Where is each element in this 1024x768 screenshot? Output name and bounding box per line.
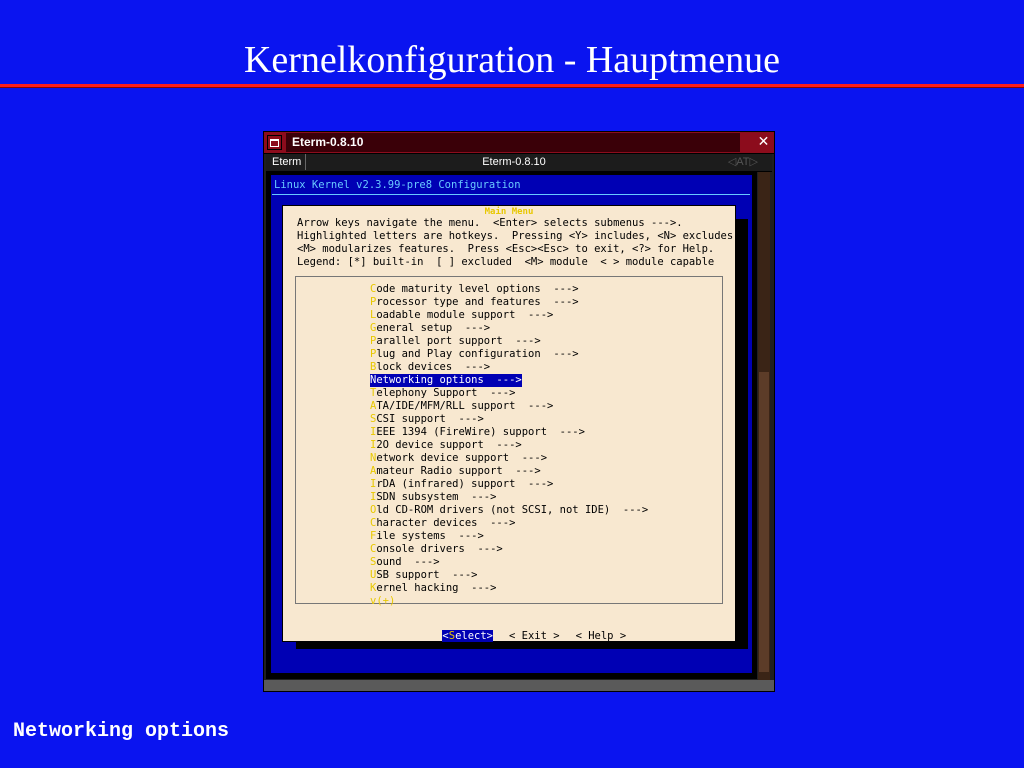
menu-item[interactable]: Network device support ---> <box>370 452 648 465</box>
menu-item-label: etwork device support ---> <box>376 452 548 464</box>
menu-item-label: SDN subsystem ---> <box>376 491 497 503</box>
dialog-buttons: <Select> < Exit > < Help > <box>283 618 735 654</box>
menu-item[interactable]: Old CD-ROM drivers (not SCSI, not IDE) -… <box>370 504 648 517</box>
menu-item[interactable]: Console drivers ---> <box>370 543 648 556</box>
menu-item-label: mateur Radio support ---> <box>376 465 541 477</box>
menu-item-label: TA/IDE/MFM/RLL support ---> <box>376 400 554 412</box>
menu-item-label: lug and Play configuration ---> <box>376 348 579 360</box>
main-menu-dialog: Main Menu Arrow keys navigate the menu. … <box>282 205 740 642</box>
menu-item-label: oadable module support ---> <box>376 309 554 321</box>
menu-item-label: ernel hacking ---> <box>376 582 497 594</box>
window-titlebar[interactable]: Eterm-0.8.10 ✕ <box>264 132 774 154</box>
menu-item[interactable]: General setup ---> <box>370 322 648 335</box>
menu-item-label: onsole drivers ---> <box>376 543 503 555</box>
scrollbar-thumb[interactable] <box>759 372 769 672</box>
menu-item[interactable]: Networking options ---> <box>370 374 648 387</box>
menu-item-label: lock devices ---> <box>376 361 491 373</box>
help-line: Arrow keys navigate the menu. <Enter> se… <box>297 217 683 229</box>
menu-item-label: 2O device support ---> <box>376 439 522 451</box>
menu-item[interactable]: Block devices ---> <box>370 361 648 374</box>
help-line: Legend: [*] built-in [ ] excluded <M> mo… <box>297 256 715 268</box>
menu-item[interactable]: I2O device support ---> <box>370 439 648 452</box>
menu-item-label: ode maturity level options ---> <box>376 283 579 295</box>
menu-item-label: EEE 1394 (FireWire) support ---> <box>376 426 585 438</box>
help-button[interactable]: < Help > <box>576 630 627 642</box>
menu-item[interactable]: File systems ---> <box>370 530 648 543</box>
window-menu-icon[interactable] <box>267 135 282 150</box>
menu-item[interactable]: IEEE 1394 (FireWire) support ---> <box>370 426 648 439</box>
window-bottom-strip <box>264 680 774 691</box>
menu-item-label: ound ---> <box>376 556 440 568</box>
menu-item[interactable]: Character devices ---> <box>370 517 648 530</box>
menu-item-label: ld CD-ROM drivers (not SCSI, not IDE) --… <box>376 504 649 516</box>
menu-item-label: rDA (infrared) support ---> <box>376 478 554 490</box>
menu-item[interactable]: USB support ---> <box>370 569 648 582</box>
menu-item[interactable]: Telephony Support ---> <box>370 387 648 400</box>
menu-item[interactable]: SCSI support ---> <box>370 413 648 426</box>
menu-item[interactable]: Loadable module support ---> <box>370 309 648 322</box>
window-title: Eterm-0.8.10 <box>286 133 740 152</box>
menu-item[interactable]: Sound ---> <box>370 556 648 569</box>
close-icon[interactable]: ✕ <box>756 135 771 150</box>
more-indicator: v(+) <box>370 595 396 607</box>
menu-item[interactable]: Processor type and features ---> <box>370 296 648 309</box>
menubar-right-indicator: ◁AT▷ <box>727 156 758 168</box>
kernel-config-header: Linux Kernel v2.3.99-pre8 Configuration <box>274 179 521 191</box>
menu-item-label: CSI support ---> <box>376 413 484 425</box>
menu-item-label: arallel port support ---> <box>376 335 541 347</box>
menu-item-label: ile systems ---> <box>376 530 484 542</box>
menu-item[interactable]: ATA/IDE/MFM/RLL support ---> <box>370 400 648 413</box>
menu-item-label: haracter devices ---> <box>376 517 516 529</box>
menu-item[interactable]: IrDA (infrared) support ---> <box>370 478 648 491</box>
exit-button[interactable]: < Exit > <box>509 630 560 642</box>
help-line: <M> modularizes features. Press <Esc><Es… <box>297 243 715 255</box>
terminal-area[interactable]: Linux Kernel v2.3.99-pre8 Configuration … <box>266 172 757 679</box>
header-rule <box>272 194 750 195</box>
slide-caption: Networking options <box>13 720 230 743</box>
menu-item-label: SB support ---> <box>376 569 478 581</box>
menu-box: Code maturity level options ---> Processo… <box>295 276 723 607</box>
select-close: > <box>486 630 493 642</box>
menu-list: Code maturity level options ---> Processo… <box>370 283 648 595</box>
terminal-scrollbar[interactable] <box>758 172 770 680</box>
help-text: Arrow keys navigate the menu. <Enter> se… <box>297 217 740 269</box>
menu-item-label: elephony Support ---> <box>376 387 516 399</box>
menu-item[interactable]: Plug and Play configuration ---> <box>370 348 648 361</box>
menu-item[interactable]: Kernel hacking ---> <box>370 582 648 595</box>
select-button[interactable]: <Select> <box>442 630 493 642</box>
slide-title: Kernelkonfiguration - Hauptmenue <box>243 39 781 81</box>
help-line: Highlighted letters are hotkeys. Pressin… <box>297 230 740 242</box>
eterm-window: Eterm-0.8.10 ✕ Eterm-0.8.10 Eterm ◁AT▷ L… <box>263 131 775 692</box>
menu-item[interactable]: Code maturity level options ---> <box>370 283 648 296</box>
menu-item-label: eneral setup ---> <box>376 322 491 334</box>
eterm-menu-button[interactable]: Eterm <box>268 154 307 170</box>
menu-item-label: etworking options ---> <box>376 374 522 386</box>
dialog-title: Main Menu <box>484 207 534 217</box>
eterm-menubar: Eterm-0.8.10 Eterm ◁AT▷ <box>266 154 772 172</box>
select-rest: elect <box>455 630 487 642</box>
menubar-title: Eterm-0.8.10 <box>482 156 546 168</box>
menu-item[interactable]: Parallel port support ---> <box>370 335 648 348</box>
menu-item[interactable]: Amateur Radio support ---> <box>370 465 648 478</box>
menu-item-label: rocessor type and features ---> <box>376 296 579 308</box>
title-rule <box>0 84 1024 88</box>
menu-item[interactable]: ISDN subsystem ---> <box>370 491 648 504</box>
